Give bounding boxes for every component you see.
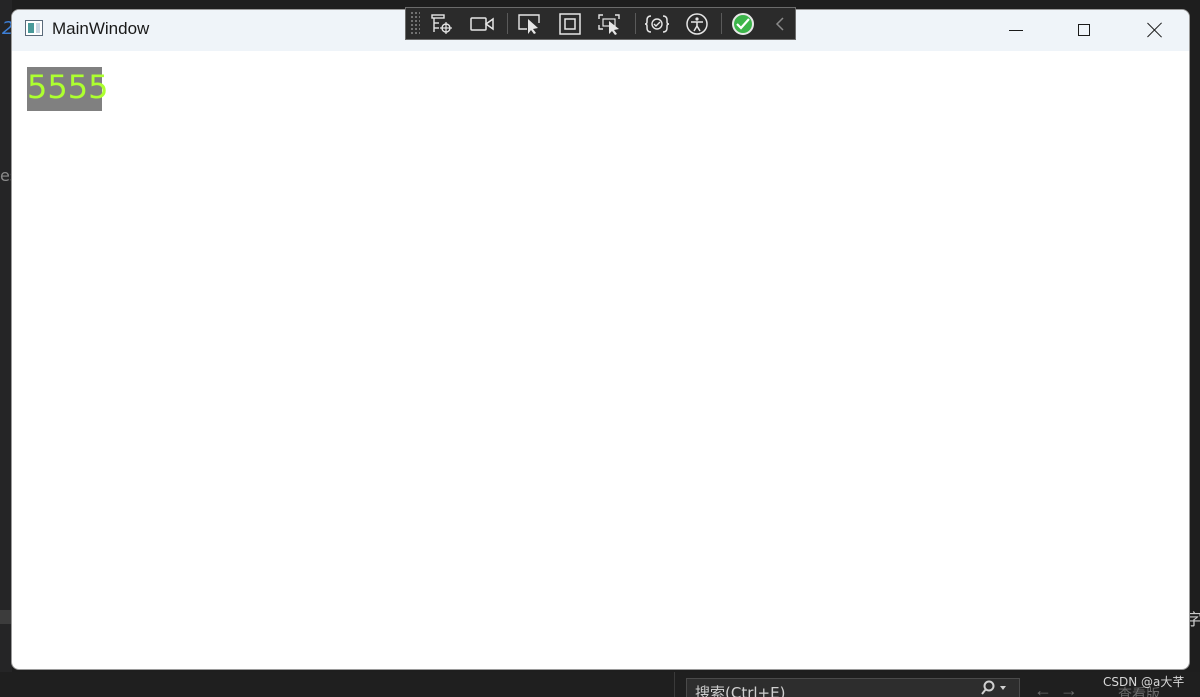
track-focus-icon[interactable]: [596, 11, 624, 36]
app-window-icon: [25, 20, 43, 36]
ide-panel-divider: [674, 672, 675, 697]
ide-nav-arrows[interactable]: ←→: [1034, 680, 1086, 697]
maximize-icon: [1078, 24, 1090, 36]
checkmark-button[interactable]: [729, 11, 757, 36]
ide-search-input[interactable]: 搜索(Ctrl+E): [686, 678, 1020, 697]
toolbar-separator: [721, 13, 722, 34]
live-visual-tree-icon[interactable]: [428, 11, 456, 36]
video-camera-icon[interactable]: [468, 11, 496, 36]
binding-failures-icon[interactable]: [643, 11, 671, 36]
maximize-button[interactable]: [1049, 10, 1119, 50]
ide-bottom-panel: [0, 672, 1200, 697]
content-label: 5555: [27, 67, 108, 111]
accessibility-icon[interactable]: [683, 11, 711, 36]
collapse-chevron-icon[interactable]: [766, 11, 794, 36]
toolbar-separator: [507, 13, 508, 34]
checkmark-icon: [732, 12, 754, 35]
desktop: 2 es 字 搜索(Ctrl+E) ←→ 查看版 CSDN @a大芊 MainW…: [0, 0, 1200, 697]
toolbar-grip[interactable]: [410, 11, 420, 36]
select-element-icon[interactable]: [516, 11, 544, 36]
watermark: CSDN @a大芊: [1103, 675, 1185, 689]
close-icon: [1147, 22, 1163, 38]
close-button[interactable]: [1120, 10, 1189, 50]
debug-toolbar: [405, 7, 796, 40]
minimize-button[interactable]: [981, 10, 1051, 50]
window-title: MainWindow: [52, 19, 150, 38]
search-icon[interactable]: [980, 680, 1010, 697]
minimize-icon: [1009, 29, 1023, 31]
main-window: MainWindow 5555: [11, 9, 1190, 670]
toolbar-separator: [635, 13, 636, 34]
display-layout-adorners-icon[interactable]: [556, 11, 584, 36]
